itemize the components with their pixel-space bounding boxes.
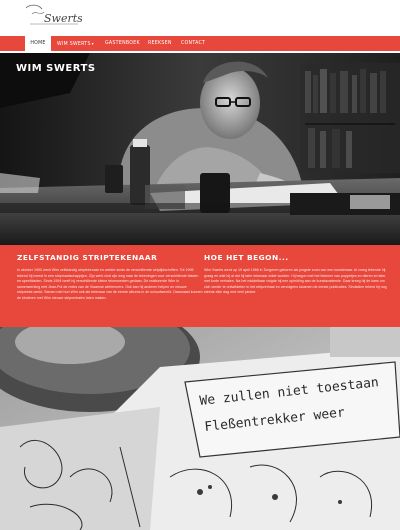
hero-title: WIM SWERTS	[16, 63, 96, 74]
nav-home[interactable]: HOME	[25, 36, 51, 51]
drawing-illustration: We zullen niet toestaan Fleßentrekker we…	[0, 327, 400, 530]
section-title-striptekenaar: ZELFSTANDIG STRIPTEKENAAR	[17, 253, 158, 262]
nav-gastenboek[interactable]: GASTENBOEK	[105, 36, 140, 51]
logo-text: Swerts	[44, 12, 82, 25]
main-nav: HOME WIM SWERTS▾ GASTENBOEK REEKSEN CONT…	[0, 36, 400, 51]
hero-illustration	[0, 53, 400, 245]
chevron-down-icon: ▾	[91, 41, 94, 46]
section-title-hoe-het-begon: HOE HET BEGON...	[204, 253, 289, 262]
nav-gastenboek-label: GASTENBOEK	[105, 40, 140, 46]
nav-reeksen-label: REEKSEN	[148, 40, 172, 46]
nav-contact-label: CONTACT	[181, 40, 206, 46]
header: Swerts	[0, 0, 400, 36]
section-hoe-het-begon: HOE HET BEGON... Wim Swerts werd op 19 a…	[204, 253, 390, 296]
section-striptekenaar: ZELFSTANDIG STRIPTEKENAAR In oktober 199…	[17, 253, 203, 302]
nav-wim-swerts[interactable]: WIM SWERTS▾	[57, 36, 94, 51]
section-text-striptekenaar: In oktober 1990 werd Wim zelfstandig str…	[17, 268, 203, 300]
logo[interactable]: Swerts	[22, 2, 82, 30]
nav-home-label: HOME	[30, 40, 46, 46]
nav-reeksen[interactable]: REEKSEN	[148, 36, 172, 51]
section-text-hoe-het-begon: Wim Swerts werd op 19 april 1966 in Tong…	[204, 268, 387, 295]
intro-band: ZELFSTANDIG STRIPTEKENAAR In oktober 199…	[0, 245, 400, 327]
nav-wim-swerts-label: WIM SWERTS	[57, 41, 91, 47]
drawing-photo: We zullen niet toestaan Fleßentrekker we…	[0, 327, 400, 530]
nav-contact[interactable]: CONTACT	[181, 36, 205, 51]
hero-image: WIM SWERTS	[0, 53, 400, 245]
